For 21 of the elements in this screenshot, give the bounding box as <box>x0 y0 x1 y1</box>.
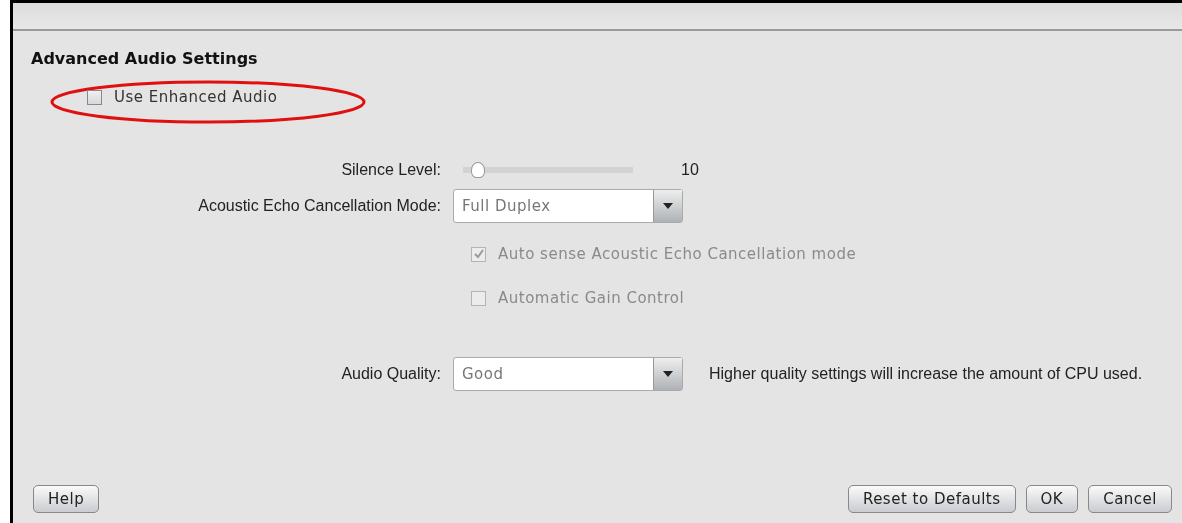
slider-thumb[interactable] <box>470 162 485 178</box>
dropdown[interactable]: Full Duplex <box>453 189 683 223</box>
caret-icon <box>663 371 673 377</box>
dropdown[interactable]: Good <box>453 357 683 391</box>
checkbox-label: Auto sense Acoustic Echo Cancellation mode <box>498 245 857 263</box>
slider-value: 10 <box>681 161 699 179</box>
help-button[interactable]: Help <box>33 485 100 513</box>
help-text: Higher quality settings will increase the amount of CPU used. <box>709 364 1144 384</box>
dialog-button[interactable]: Cancel <box>1088 485 1172 513</box>
check-icon <box>473 249 484 259</box>
checkbox-box[interactable] <box>87 89 102 105</box>
checkbox-label: Automatic Gain Control <box>498 289 685 307</box>
checkbox[interactable]: Use Enhanced Audio <box>87 88 1182 106</box>
dialog-button[interactable]: Reset to Defaults <box>847 485 1016 513</box>
field-label: Audio Quality: <box>340 365 441 383</box>
field-label: Acoustic Echo Cancellation Mode: <box>197 197 441 215</box>
field-label: Silence Level: <box>340 161 441 179</box>
dialog-button[interactable]: OK <box>1025 485 1079 513</box>
checkbox-label: Use Enhanced Audio <box>114 88 278 106</box>
section-title: Advanced Audio Settings <box>31 49 259 68</box>
caret-icon <box>663 203 673 209</box>
